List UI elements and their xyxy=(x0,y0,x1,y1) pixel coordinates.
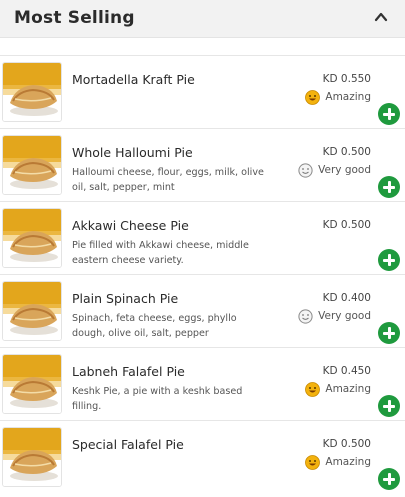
add-to-cart-button[interactable] xyxy=(378,249,400,271)
rating-label: Very good xyxy=(318,164,371,176)
add-to-cart-button[interactable] xyxy=(378,103,400,125)
very-good-face-icon xyxy=(298,308,313,324)
product-price: KD 0.500 xyxy=(322,219,371,231)
product-description: Pie filled with Akkawi cheese, middle ea… xyxy=(72,240,249,266)
product-price: KD 0.500 xyxy=(322,146,371,158)
list-item[interactable]: Plain Spinach Pie Spinach, feta cheese, … xyxy=(0,274,405,353)
product-description: Keshk Pie, a pie with a keshk based fill… xyxy=(72,386,243,412)
product-rating: Amazing xyxy=(305,454,371,470)
product-image[interactable] xyxy=(2,281,62,341)
product-name: Whole Halloumi Pie xyxy=(72,145,193,160)
add-to-cart-button[interactable] xyxy=(378,395,400,417)
product-price: KD 0.500 xyxy=(322,438,371,450)
product-image[interactable] xyxy=(2,427,62,487)
product-name: Special Falafel Pie xyxy=(72,437,184,452)
divider xyxy=(0,420,405,421)
list-item[interactable]: Akkawi Cheese Pie Pie filled with Akkawi… xyxy=(0,201,405,280)
amazing-face-icon xyxy=(305,381,321,397)
rating-label: Amazing xyxy=(325,383,371,395)
rating-label: Amazing xyxy=(325,91,371,103)
product-name: Mortadella Kraft Pie xyxy=(72,72,195,87)
section-title: Most Selling xyxy=(14,8,135,28)
list-item[interactable]: Special Falafel Pie KD 0.500 Amazing xyxy=(0,420,405,497)
divider xyxy=(0,128,405,129)
amazing-face-icon xyxy=(305,454,321,470)
chevron-up-icon[interactable] xyxy=(373,10,389,24)
product-rating: Amazing xyxy=(305,89,371,105)
product-rating: Amazing xyxy=(305,381,371,397)
product-description: Halloumi cheese, flour, eggs, milk, oliv… xyxy=(72,167,264,193)
product-name: Plain Spinach Pie xyxy=(72,291,179,306)
divider xyxy=(0,274,405,275)
product-rating: Very good xyxy=(298,162,371,178)
product-price: KD 0.450 xyxy=(322,365,371,377)
list-item[interactable]: Labneh Falafel Pie Keshk Pie, a pie with… xyxy=(0,347,405,426)
product-image[interactable] xyxy=(2,135,62,195)
product-price: KD 0.550 xyxy=(322,73,371,85)
product-name: Akkawi Cheese Pie xyxy=(72,218,189,233)
product-image[interactable] xyxy=(2,354,62,414)
very-good-face-icon xyxy=(298,162,313,178)
add-to-cart-button[interactable] xyxy=(378,176,400,198)
section-header[interactable]: Most Selling xyxy=(0,0,405,38)
product-rating: Very good xyxy=(298,308,371,324)
list-item[interactable]: Whole Halloumi Pie Halloumi cheese, flou… xyxy=(0,128,405,207)
rating-label: Very good xyxy=(318,310,371,322)
list-item[interactable]: Mortadella Kraft Pie KD 0.550 Amazing xyxy=(0,55,405,134)
product-price: KD 0.400 xyxy=(322,292,371,304)
product-description: Spinach, feta cheese, eggs, phyllo dough… xyxy=(72,313,237,339)
product-image[interactable] xyxy=(2,62,62,122)
amazing-face-icon xyxy=(305,89,321,105)
divider xyxy=(0,55,405,56)
product-name: Labneh Falafel Pie xyxy=(72,364,185,379)
divider xyxy=(0,347,405,348)
product-image[interactable] xyxy=(2,208,62,268)
add-to-cart-button[interactable] xyxy=(378,468,400,490)
add-to-cart-button[interactable] xyxy=(378,322,400,344)
rating-label: Amazing xyxy=(325,456,371,468)
divider xyxy=(0,201,405,202)
